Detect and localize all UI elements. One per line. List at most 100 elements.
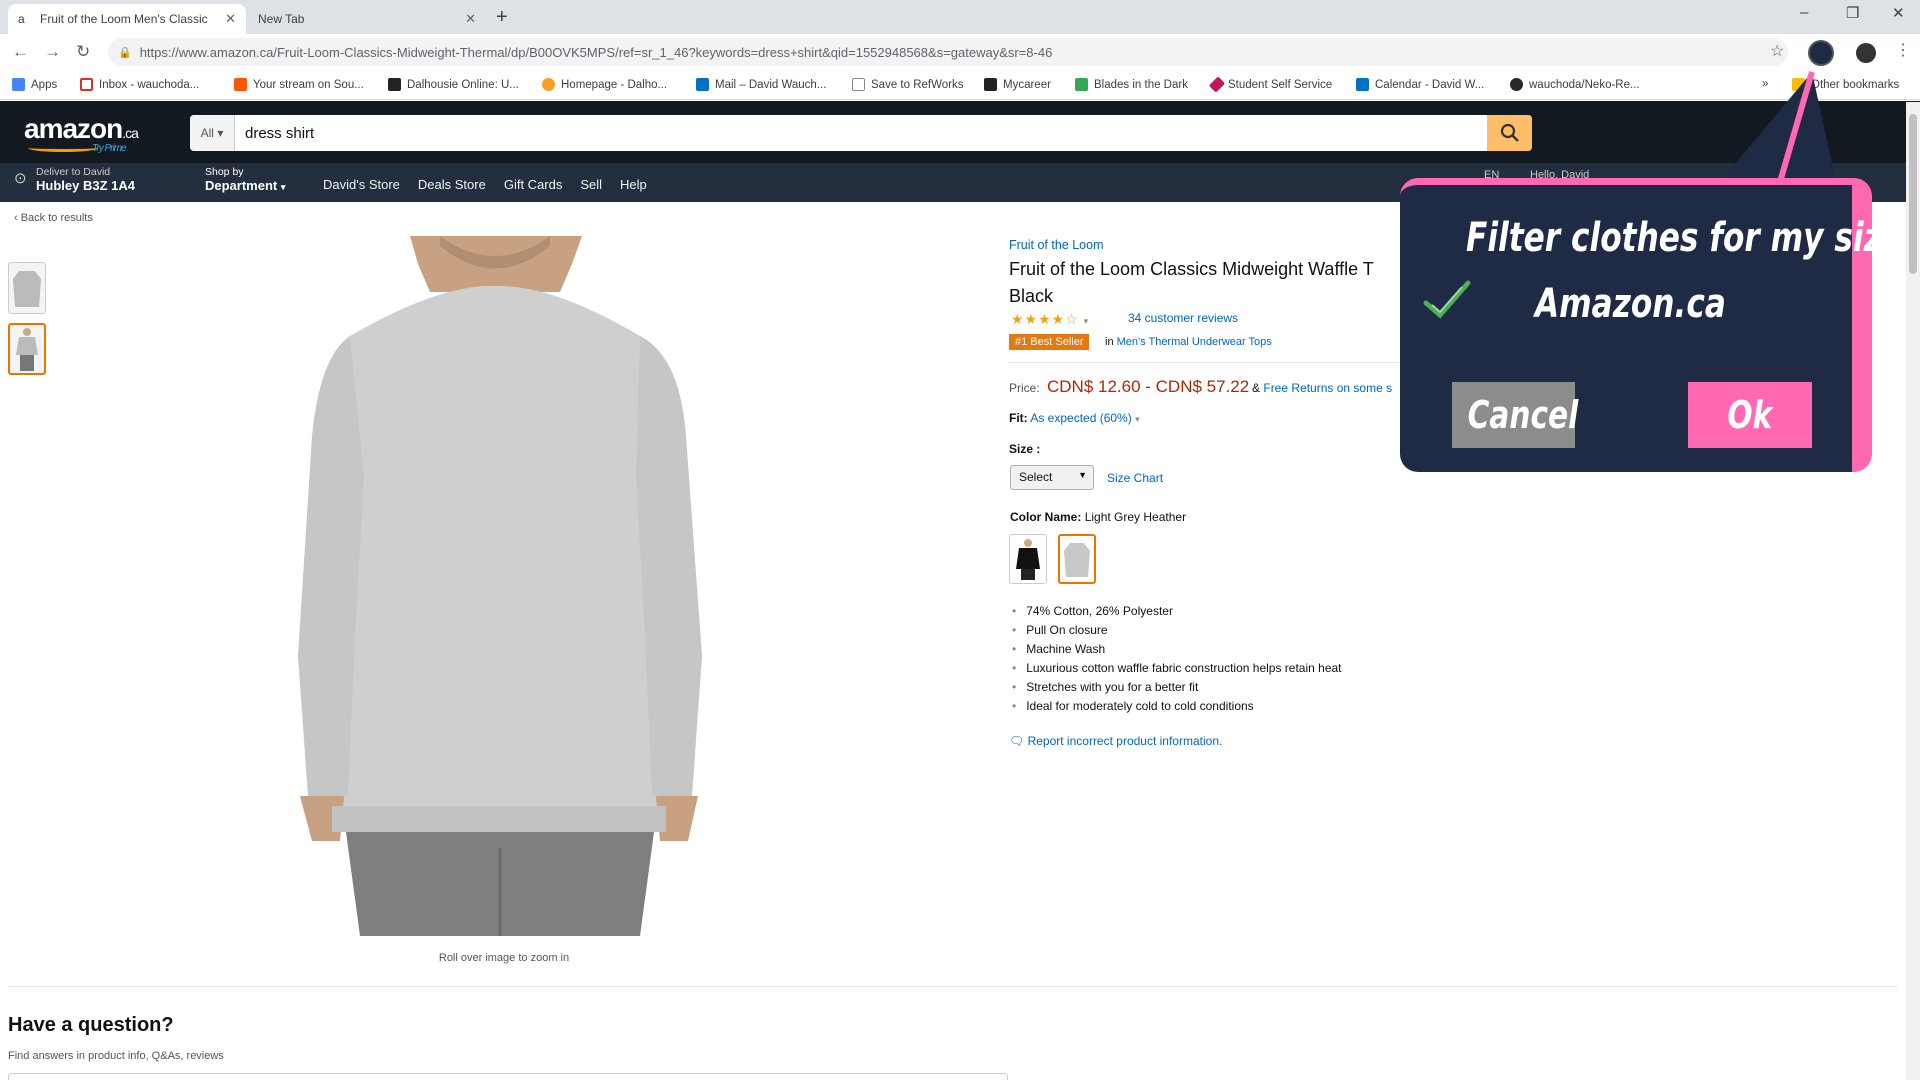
free-returns-prefix: &	[1252, 381, 1261, 395]
bookmark-star-icon[interactable]: ☆	[1770, 41, 1784, 61]
bookmark-label: wauchoda/Neko-Re...	[1529, 78, 1640, 91]
best-seller-in-text: in	[1105, 336, 1114, 348]
back-arrow-icon[interactable]: ←	[12, 42, 29, 62]
price-label: Price:	[1009, 381, 1040, 395]
bookmark-student-self-service[interactable]: Student Self Service	[1208, 76, 1332, 93]
chevron-down-icon: ▾	[1135, 414, 1140, 424]
amazon-logo[interactable]: amazon.ca Try Prime	[24, 113, 139, 154]
search-input[interactable]	[245, 115, 1465, 151]
search-category-dropdown[interactable]: All ▾	[190, 115, 235, 151]
apps-grid-icon	[12, 78, 25, 91]
amazon-smile-icon	[28, 144, 98, 152]
tab-close-icon[interactable]: ✕	[225, 11, 236, 27]
deliver-postal: Hubley B3Z 1A4	[36, 178, 135, 193]
nav-link-davids-store[interactable]: David's Store	[323, 177, 400, 192]
new-tab-icon[interactable]: +	[496, 6, 508, 29]
browser-toolbar: ← → ↻ 🔒 https://www.amazon.ca/Fruit-Loom…	[0, 34, 1920, 70]
search-button[interactable]	[1487, 115, 1532, 151]
size-chart-link[interactable]: Size Chart	[1107, 471, 1163, 485]
nav-link-sell[interactable]: Sell	[580, 177, 602, 192]
search-category-label: All	[200, 126, 214, 140]
outlook-calendar-icon	[1356, 78, 1369, 91]
forward-arrow-icon[interactable]: →	[44, 42, 61, 62]
popup-title: Filter clothes for my size	[1466, 215, 1903, 261]
url-text: https://www.amazon.ca/Fruit-Loom-Classic…	[139, 44, 1053, 60]
question-heading: Have a question?	[8, 1014, 174, 1036]
product-title-line1: Fruit of the Loom Classics Midweight Waf…	[1009, 259, 1374, 279]
report-incorrect-info-link[interactable]: 🗨 Report incorrect product information.	[1009, 734, 1222, 748]
free-returns-link[interactable]: Free Returns on some s	[1263, 381, 1392, 395]
swatch-black[interactable]	[1009, 534, 1047, 584]
price-range: CDN$ 12.60 - CDN$ 57.22	[1047, 377, 1250, 396]
feature-bullets: 74% Cotton, 26% Polyester Pull On closur…	[1012, 602, 1342, 716]
best-seller-category: in Men's Thermal Underwear Tops	[1105, 336, 1272, 348]
list-item: Luxurious cotton waffle fabric construct…	[1012, 659, 1341, 678]
bookmark-dalhousie-online[interactable]: Dalhousie Online: U...	[388, 78, 519, 91]
deliver-to-location[interactable]: ⊙ Deliver to David Hubley B3Z 1A4	[14, 166, 135, 192]
lock-icon: 🔒	[118, 46, 132, 59]
grey-shirt-icon	[1064, 543, 1090, 577]
google-drive-icon	[1075, 78, 1088, 91]
reload-icon[interactable]: ↻	[76, 42, 90, 62]
restore-icon[interactable]: ❐	[1846, 4, 1859, 22]
address-bar[interactable]: 🔒 https://www.amazon.ca/Fruit-Loom-Class…	[108, 38, 1788, 66]
nav-link-help[interactable]: Help	[620, 177, 647, 192]
bookmark-mail[interactable]: Mail – David Wauch...	[696, 78, 826, 91]
chevron-down-icon: ▾	[1083, 316, 1090, 326]
back-to-results-link[interactable]: ‹ Back to results	[14, 212, 93, 224]
size-dropdown[interactable]: Select ▼	[1010, 465, 1094, 490]
bookmark-soundcloud[interactable]: Your stream on Sou...	[234, 78, 364, 91]
comment-icon: 🗨	[1009, 734, 1025, 748]
cancel-button[interactable]: Cancel	[1452, 382, 1578, 448]
best-seller-badge: #1 Best Seller	[1009, 334, 1090, 350]
tab-label: New Tab	[258, 12, 305, 26]
bookmark-calendar[interactable]: Calendar - David W...	[1356, 78, 1484, 91]
fit-value-link[interactable]: As expected (60%)	[1030, 411, 1131, 425]
minimize-icon[interactable]: –	[1800, 4, 1808, 21]
thumbnail-front[interactable]	[8, 262, 46, 314]
product-main-image[interactable]	[290, 236, 720, 936]
bookmark-homepage-dalhousie[interactable]: Homepage - Dalho...	[542, 78, 667, 91]
question-search-input[interactable]	[8, 1073, 1008, 1080]
nav-link-gift-cards[interactable]: Gift Cards	[504, 177, 563, 192]
bookmark-refworks[interactable]: Save to RefWorks	[852, 78, 963, 91]
page-scrollbar[interactable]	[1906, 102, 1920, 1080]
shop-by-department[interactable]: Shop by Department ▾	[205, 166, 285, 194]
brand-link[interactable]: Fruit of the Loom	[1009, 238, 1104, 252]
bookmark-gmail[interactable]: Inbox - wauchoda...	[80, 78, 199, 91]
profile-avatar-icon[interactable]	[1856, 43, 1876, 63]
browser-menu-icon[interactable]: ⋮	[1895, 40, 1911, 60]
bookmark-label: Homepage - Dalho...	[561, 78, 668, 91]
tab-amazon-product[interactable]: a Fruit of the Loom Men's Classic ✕	[8, 4, 246, 34]
bookmark-label: Blades in the Dark	[1094, 78, 1188, 91]
scrollbar-thumb[interactable]	[1909, 114, 1917, 274]
tab-new-tab[interactable]: New Tab ✕	[248, 4, 486, 34]
gmail-icon	[80, 78, 93, 91]
star-rating[interactable]: ★★★★☆ ▾	[1011, 311, 1089, 328]
bookmark-label: Save to RefWorks	[871, 78, 964, 91]
thumbnail-back[interactable]	[8, 323, 46, 375]
color-name: Color Name: Light Grey Heather	[1010, 510, 1186, 524]
amazon-header: amazon.ca Try Prime All ▾	[0, 101, 1920, 163]
bookmark-apps[interactable]: Apps	[12, 78, 57, 91]
nav-link-deals-store[interactable]: Deals Store	[418, 177, 486, 192]
github-icon	[1510, 78, 1523, 91]
quill-icon	[1208, 76, 1226, 93]
bookmark-mycareer[interactable]: Mycareer	[984, 78, 1051, 91]
bookmark-github-neko[interactable]: wauchoda/Neko-Re...	[1510, 78, 1640, 91]
bookmark-blades-in-the-dark[interactable]: Blades in the Dark	[1075, 78, 1188, 91]
list-item: Ideal for moderately cold to cold condit…	[1012, 697, 1342, 716]
list-item: Pull On closure	[1012, 621, 1342, 640]
customer-reviews-link[interactable]: 34 customer reviews	[1128, 311, 1238, 325]
divider	[8, 986, 1898, 987]
swatch-light-grey-heather[interactable]	[1058, 534, 1096, 584]
best-seller-category-link[interactable]: Men's Thermal Underwear Tops	[1117, 336, 1272, 348]
bookmark-label: Mail – David Wauch...	[715, 78, 827, 91]
search-bar: All ▾	[190, 115, 1532, 151]
checkmark-icon	[1423, 280, 1471, 319]
model-thumbnail-icon	[16, 328, 38, 371]
close-window-icon[interactable]: ✕	[1892, 4, 1905, 22]
tab-close-icon[interactable]: ✕	[465, 11, 476, 27]
roll-over-hint: Roll over image to zoom in	[438, 952, 570, 964]
ok-button[interactable]: Ok	[1688, 382, 1812, 448]
